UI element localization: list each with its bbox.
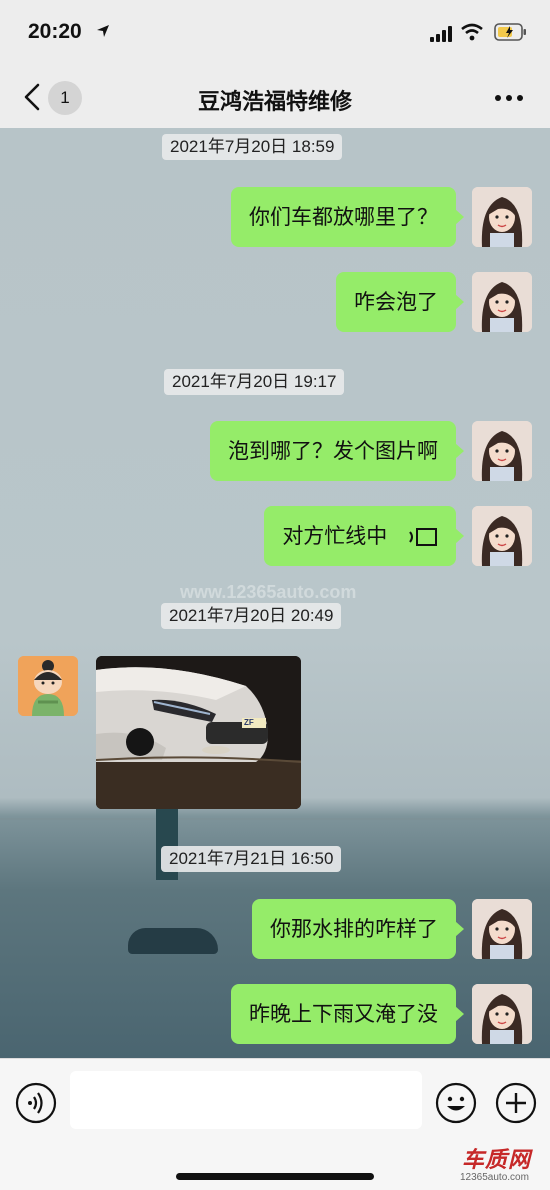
message-bubble[interactable]: 你们车都放哪里了？ [231, 187, 464, 247]
unread-count-badge[interactable]: 1 [48, 81, 82, 115]
my-avatar[interactable] [472, 187, 532, 247]
battery-icon [494, 23, 526, 41]
call-status-bubble[interactable]: 对方忙线中 [264, 506, 464, 566]
my-avatar[interactable] [472, 984, 532, 1044]
message-bubble[interactable]: 你那水排的咋样了 [252, 899, 464, 959]
message-text-input[interactable] [70, 1071, 422, 1129]
my-avatar[interactable] [472, 272, 532, 332]
logo-url: 12365auto.com [460, 1172, 529, 1183]
add-more-icon[interactable] [494, 1081, 538, 1125]
background-rock [128, 928, 218, 954]
timestamp: 2021年7月21日 16:50 [161, 846, 342, 872]
avatar-illustration-icon [472, 506, 532, 566]
license-plate-text: ZF [244, 718, 254, 727]
avatar-illustration-icon [472, 272, 532, 332]
voice-input-icon[interactable] [14, 1081, 58, 1125]
avatar-illustration-icon [472, 984, 532, 1044]
timestamp: 2021年7月20日 20:49 [161, 603, 342, 629]
watermark: www.12365auto.com [180, 582, 357, 602]
voice-call-icon [409, 528, 437, 546]
more-options-icon[interactable] [494, 94, 524, 102]
timestamp: 2021年7月20日 19:17 [164, 369, 345, 395]
chat-title: 豆鸿浩福特维修 [197, 90, 352, 115]
avatar-illustration-icon [472, 899, 532, 959]
home-indicator [176, 1173, 374, 1180]
flooded-car-photo [96, 656, 301, 809]
contact-avatar[interactable] [18, 656, 78, 716]
status-time: 20:20 [28, 20, 82, 43]
site-logo: 车质网 12365auto.com [456, 1142, 548, 1188]
call-status-text: 对方忙线中 [282, 524, 388, 548]
status-bar: 20:20 [0, 0, 550, 66]
cellular-signal-icon [430, 26, 452, 42]
my-avatar[interactable] [472, 506, 532, 566]
location-arrow-icon [97, 25, 109, 37]
wifi-icon [461, 23, 483, 41]
my-avatar[interactable] [472, 899, 532, 959]
avatar-illustration-icon [472, 421, 532, 481]
cartoon-avatar-icon [18, 656, 78, 716]
emoji-icon[interactable] [434, 1081, 478, 1125]
avatar-illustration-icon [472, 187, 532, 247]
image-message[interactable]: ZF [96, 656, 301, 809]
chat-header: 豆鸿浩福特维修 [0, 66, 550, 128]
message-bubble[interactable]: 泡到哪了？发个图片啊 [210, 421, 464, 481]
timestamp: 2021年7月20日 18:59 [162, 134, 343, 160]
message-bubble[interactable]: 昨晚上下雨又淹了没 [231, 984, 464, 1044]
chat-messages-area[interactable]: 2021年7月20日 18:59 你们车都放哪里了？ 咋会泡了 2021年7月2… [0, 128, 550, 1058]
message-bubble[interactable]: 咋会泡了 [336, 272, 464, 332]
logo-text: 车质网 [462, 1148, 532, 1173]
background-horizon [0, 818, 550, 820]
my-avatar[interactable] [472, 421, 532, 481]
